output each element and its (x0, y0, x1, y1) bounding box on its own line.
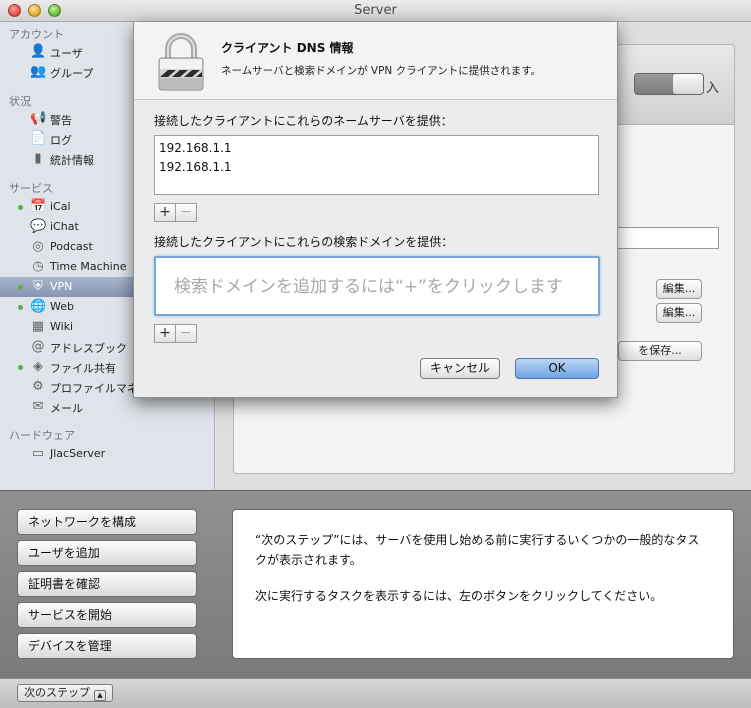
nameservers-plus-minus: + − (154, 203, 200, 222)
globe-icon: 🌐 (30, 299, 47, 314)
wiki-icon: ▦ (31, 319, 45, 334)
nameservers-label: 接続したクライアントにこれらのネームサーバを提供： (154, 114, 453, 128)
calendar-icon: 📅 (30, 199, 47, 214)
status-dot-icon (18, 205, 23, 210)
add-domain-button[interactable]: + (154, 324, 176, 343)
domains-plus-minus: + − (154, 324, 200, 343)
nameservers-list[interactable]: 192.168.1.1 192.168.1.1 (154, 135, 599, 195)
vpn-toggle[interactable] (634, 73, 704, 95)
vpn-icon: ⛨ (33, 279, 43, 294)
edit-button-1[interactable]: 編集... (656, 279, 702, 299)
ok-button[interactable]: OK (515, 358, 599, 379)
lock-icon (158, 33, 204, 91)
start-services-button[interactable]: サービスを開始 (17, 602, 197, 628)
sidebar-item-mail[interactable]: ✉ メール (0, 397, 214, 417)
domains-label: 接続したクライアントにこれらの検索ドメインを提供： (154, 235, 454, 249)
sidebar-item-server[interactable]: ▭ JlacServer (0, 444, 214, 464)
group-header-status: 状況 (9, 95, 31, 108)
status-dot-icon (18, 285, 23, 290)
address-book-icon: @ (31, 339, 45, 354)
document-icon: 📄 (30, 131, 47, 146)
next-steps-area: ネットワークを構成 ユーザを追加 証明書を確認 サービスを開始 デバイスを管理 … (0, 490, 751, 678)
group-header-services: サービス (9, 182, 53, 195)
title-bar: Server (0, 0, 751, 22)
sheet-subtitle: ネームサーバと検索ドメインが VPN クライアントに提供されます。 (221, 65, 542, 77)
review-certificates-button[interactable]: 証明書を確認 (17, 571, 197, 597)
megaphone-icon: 📢 (30, 111, 47, 126)
add-users-button[interactable]: ユーザを追加 (17, 540, 197, 566)
gear-icon: ⚙ (32, 379, 44, 394)
save-profile-button[interactable]: を保存... (618, 341, 702, 361)
configure-network-button[interactable]: ネットワークを構成 (17, 509, 197, 535)
clock-icon: ◷ (32, 259, 44, 274)
edit-button-2[interactable]: 編集... (656, 303, 702, 323)
footer-bar: 次のステップ ▲ (0, 678, 751, 708)
sheet-title: クライアント DNS 情報 (221, 41, 354, 55)
sheet-header: クライアント DNS 情報 ネームサーバと検索ドメインが VPN クライアントに… (134, 22, 617, 100)
toggle-on-label: 入 (706, 81, 720, 96)
server-icon: ▭ (31, 446, 45, 461)
podcast-icon: ◎ (32, 239, 44, 254)
add-nameserver-button[interactable]: + (154, 203, 176, 222)
mail-icon: ✉ (32, 399, 44, 414)
file-sharing-icon: ◈ (33, 359, 43, 374)
window-title: Server (354, 3, 397, 18)
toggle-knob (673, 74, 703, 94)
remove-nameserver-button[interactable]: − (175, 203, 197, 222)
chat-bubble-icon: 💬 (30, 219, 47, 234)
user-icon: 👤 (30, 44, 47, 59)
dns-info-sheet: クライアント DNS 情報 ネームサーバと検索ドメインが VPN クライアントに… (133, 22, 618, 398)
manage-devices-button[interactable]: デバイスを管理 (17, 633, 197, 659)
bar-chart-icon: ▮ (34, 151, 42, 166)
search-domains-list[interactable]: 検索ドメインを追加するには“+”をクリックします (154, 256, 600, 316)
status-dot-icon (18, 305, 23, 310)
group-header-hardware: ハードウェア (9, 429, 75, 442)
list-item[interactable]: 192.168.1.1 (159, 139, 594, 158)
remove-domain-button[interactable]: − (175, 324, 197, 343)
chevron-up-icon: ▲ (94, 690, 106, 701)
next-steps-toggle-button[interactable]: 次のステップ ▲ (17, 684, 113, 702)
next-steps-info: “次のステップ”には、サーバを使用し始める前に実行するいくつかの一般的なタスクが… (232, 509, 734, 659)
list-item[interactable]: 192.168.1.1 (159, 158, 594, 177)
info-paragraph-1: “次のステップ”には、サーバを使用し始める前に実行するいくつかの一般的なタスクが… (255, 533, 700, 567)
status-dot-icon (18, 365, 23, 370)
group-header-accounts: アカウント (9, 28, 64, 41)
info-paragraph-2: 次に実行するタスクを表示するには、左のボタンをクリックしてください。 (255, 589, 663, 603)
cancel-button[interactable]: キャンセル (420, 358, 500, 379)
group-icon: 👥 (30, 64, 47, 79)
